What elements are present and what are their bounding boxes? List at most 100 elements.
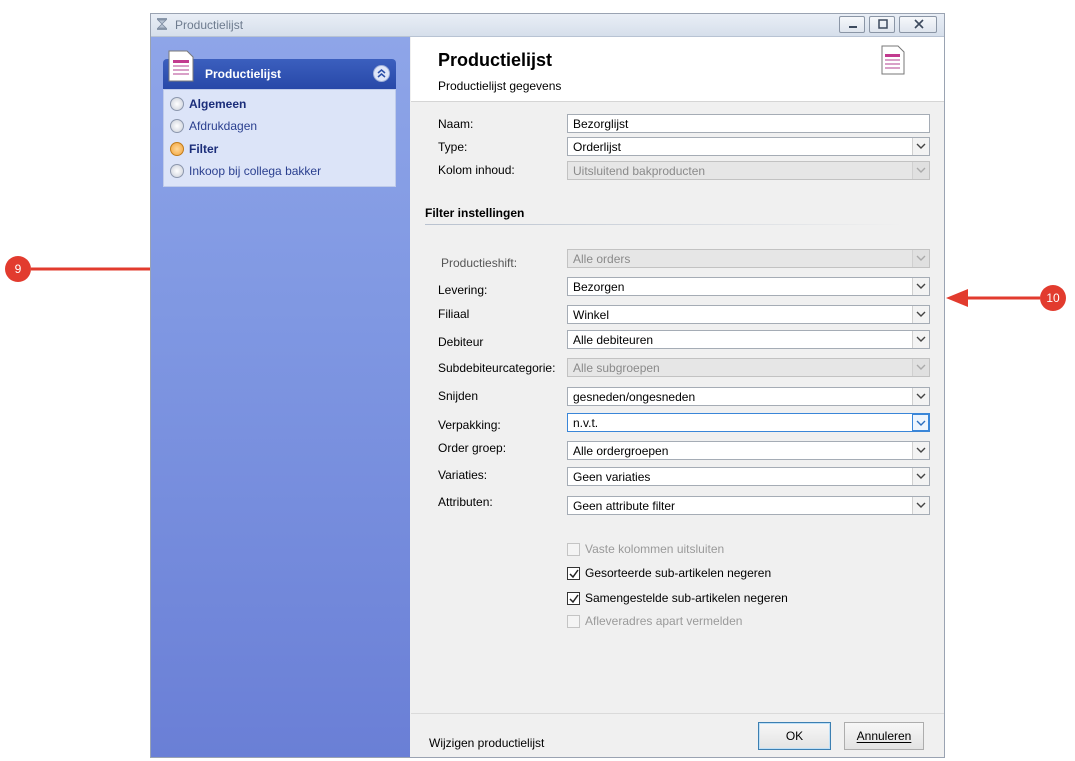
variaties-select[interactable]: Geen variaties xyxy=(567,467,930,486)
levering-select[interactable]: Bezorgen xyxy=(567,277,930,296)
levering-label: Levering: xyxy=(438,283,488,297)
minimize-icon xyxy=(849,26,857,28)
order-groep-label: Order groep: xyxy=(438,441,507,455)
kolom-inhoud-value: Uitsluitend bakproducten xyxy=(573,164,706,178)
productieshift-select[interactable]: Alle orders xyxy=(567,249,930,268)
chevron-down-icon xyxy=(916,336,926,342)
dropdown-button[interactable] xyxy=(912,497,929,514)
sidebar-panel-body: Algemeen Afdrukdagen Filter Inkoop bij c… xyxy=(163,89,396,187)
title-bar[interactable]: Productielijst xyxy=(151,14,944,37)
attributen-value: Geen attribute filter xyxy=(573,499,676,513)
chevron-down-icon xyxy=(916,473,926,479)
snijden-select[interactable]: gesneden/ongesneden xyxy=(567,387,930,406)
kolom-inhoud-select[interactable]: Uitsluitend bakproducten xyxy=(567,161,930,180)
ok-button[interactable]: OK xyxy=(758,722,831,750)
main-panel: Productielijst Productielijst gegevens N… xyxy=(411,37,944,757)
type-select[interactable]: Orderlijst xyxy=(567,137,930,156)
chevron-down-icon xyxy=(916,364,926,370)
debiteur-select[interactable]: Alle debiteuren xyxy=(567,330,930,349)
order-groep-select[interactable]: Alle ordergroepen xyxy=(567,441,930,460)
subdebiteurcategorie-value: Alle subgroepen xyxy=(573,361,660,375)
sidebar-item-label: Inkoop bij collega bakker xyxy=(189,164,322,178)
dropdown-button[interactable] xyxy=(912,306,929,323)
type-value: Orderlijst xyxy=(573,140,622,154)
footer-divider xyxy=(411,713,944,714)
chevron-down-icon xyxy=(916,447,926,453)
kolom-inhoud-label: Kolom inhoud: xyxy=(438,163,515,177)
debiteur-label: Debiteur xyxy=(438,335,484,349)
checkbox-box xyxy=(567,567,580,580)
status-text: Wijzigen productielijst xyxy=(429,736,545,750)
checkbox-label: Gesorteerde sub-artikelen negeren xyxy=(585,566,772,580)
naam-input[interactable]: Bezorglijst xyxy=(567,114,930,133)
section-divider xyxy=(425,224,905,225)
debiteur-value: Alle debiteuren xyxy=(573,333,654,347)
checkbox-label: Afleveradres apart vermelden xyxy=(585,614,743,628)
chevron-down-icon xyxy=(916,502,926,508)
attributen-select[interactable]: Geen attribute filter xyxy=(567,496,930,515)
page-subtitle: Productielijst gegevens xyxy=(438,79,562,93)
levering-value: Bezorgen xyxy=(573,280,625,294)
dropdown-button[interactable] xyxy=(912,278,929,295)
attributen-label: Attributen: xyxy=(438,495,493,509)
chevron-down-icon xyxy=(916,143,926,149)
sidebar-panel-title: Productielijst xyxy=(205,67,282,81)
dropdown-button[interactable] xyxy=(912,250,929,267)
collapse-button[interactable] xyxy=(373,65,390,82)
chevron-down-icon xyxy=(916,420,926,426)
close-button[interactable] xyxy=(899,16,937,33)
chevron-down-icon xyxy=(916,167,926,173)
dropdown-button[interactable] xyxy=(912,388,929,405)
filiaal-value: Winkel xyxy=(573,308,610,322)
checkmark-icon xyxy=(569,594,579,604)
verpakking-select[interactable]: n.v.t. xyxy=(567,413,930,432)
sidebar-panel-header[interactable]: Productielijst xyxy=(163,59,396,89)
dropdown-button[interactable] xyxy=(912,468,929,485)
filter-section-title: Filter instellingen xyxy=(425,206,525,220)
productieshift-label: Productieshift: xyxy=(441,256,518,270)
verpakking-label: Verpakking: xyxy=(438,418,501,432)
checkbox-label: Vaste kolommen uitsluiten xyxy=(585,542,725,556)
productielijst-window: Productielijst Productielijst Algemeen A… xyxy=(150,13,945,758)
radio-selected-icon xyxy=(170,142,184,156)
chevron-double-up-icon xyxy=(377,69,386,78)
chevron-down-icon xyxy=(916,283,926,289)
dropdown-button[interactable] xyxy=(912,359,929,376)
dropdown-button[interactable] xyxy=(912,162,929,179)
hourglass-icon xyxy=(157,18,167,30)
close-icon xyxy=(914,19,924,29)
sidebar-item-label: Afdrukdagen xyxy=(189,119,258,133)
snijden-label: Snijden xyxy=(438,389,479,403)
chevron-down-icon xyxy=(916,311,926,317)
dropdown-button[interactable] xyxy=(912,414,929,431)
document-list-icon xyxy=(881,45,905,75)
order-groep-value: Alle ordergroepen xyxy=(573,444,669,458)
window-title: Productielijst xyxy=(175,18,244,32)
checkbox-box xyxy=(567,592,580,605)
page-header: Productielijst Productielijst gegevens xyxy=(411,37,944,102)
sidebar-item-label: Filter xyxy=(189,142,219,156)
radio-circle-icon xyxy=(170,119,184,133)
annotation-marker-9: 9 xyxy=(5,256,31,282)
cancel-button[interactable]: Annuleren xyxy=(844,722,924,750)
chevron-down-icon xyxy=(916,255,926,261)
verpakking-value: n.v.t. xyxy=(573,416,599,430)
radio-circle-icon xyxy=(170,97,184,111)
chevron-down-icon xyxy=(916,393,926,399)
snijden-value: gesneden/ongesneden xyxy=(573,390,696,404)
maximize-icon xyxy=(878,19,888,29)
radio-circle-icon xyxy=(170,164,184,178)
dropdown-button[interactable] xyxy=(912,442,929,459)
checkbox-box xyxy=(567,615,580,628)
filiaal-label: Filiaal xyxy=(438,307,470,321)
page-title: Productielijst xyxy=(438,50,553,70)
checkbox-label: Samengestelde sub-artikelen negeren xyxy=(585,591,788,605)
minimize-button[interactable] xyxy=(839,16,865,33)
dropdown-button[interactable] xyxy=(912,331,929,348)
dropdown-button[interactable] xyxy=(912,138,929,155)
maximize-button[interactable] xyxy=(869,16,895,33)
subdebiteurcategorie-label: Subdebiteurcategorie: xyxy=(438,361,556,375)
filiaal-select[interactable]: Winkel xyxy=(567,305,930,324)
variaties-label: Variaties: xyxy=(438,468,488,482)
subdebiteurcategorie-select[interactable]: Alle subgroepen xyxy=(567,358,930,377)
